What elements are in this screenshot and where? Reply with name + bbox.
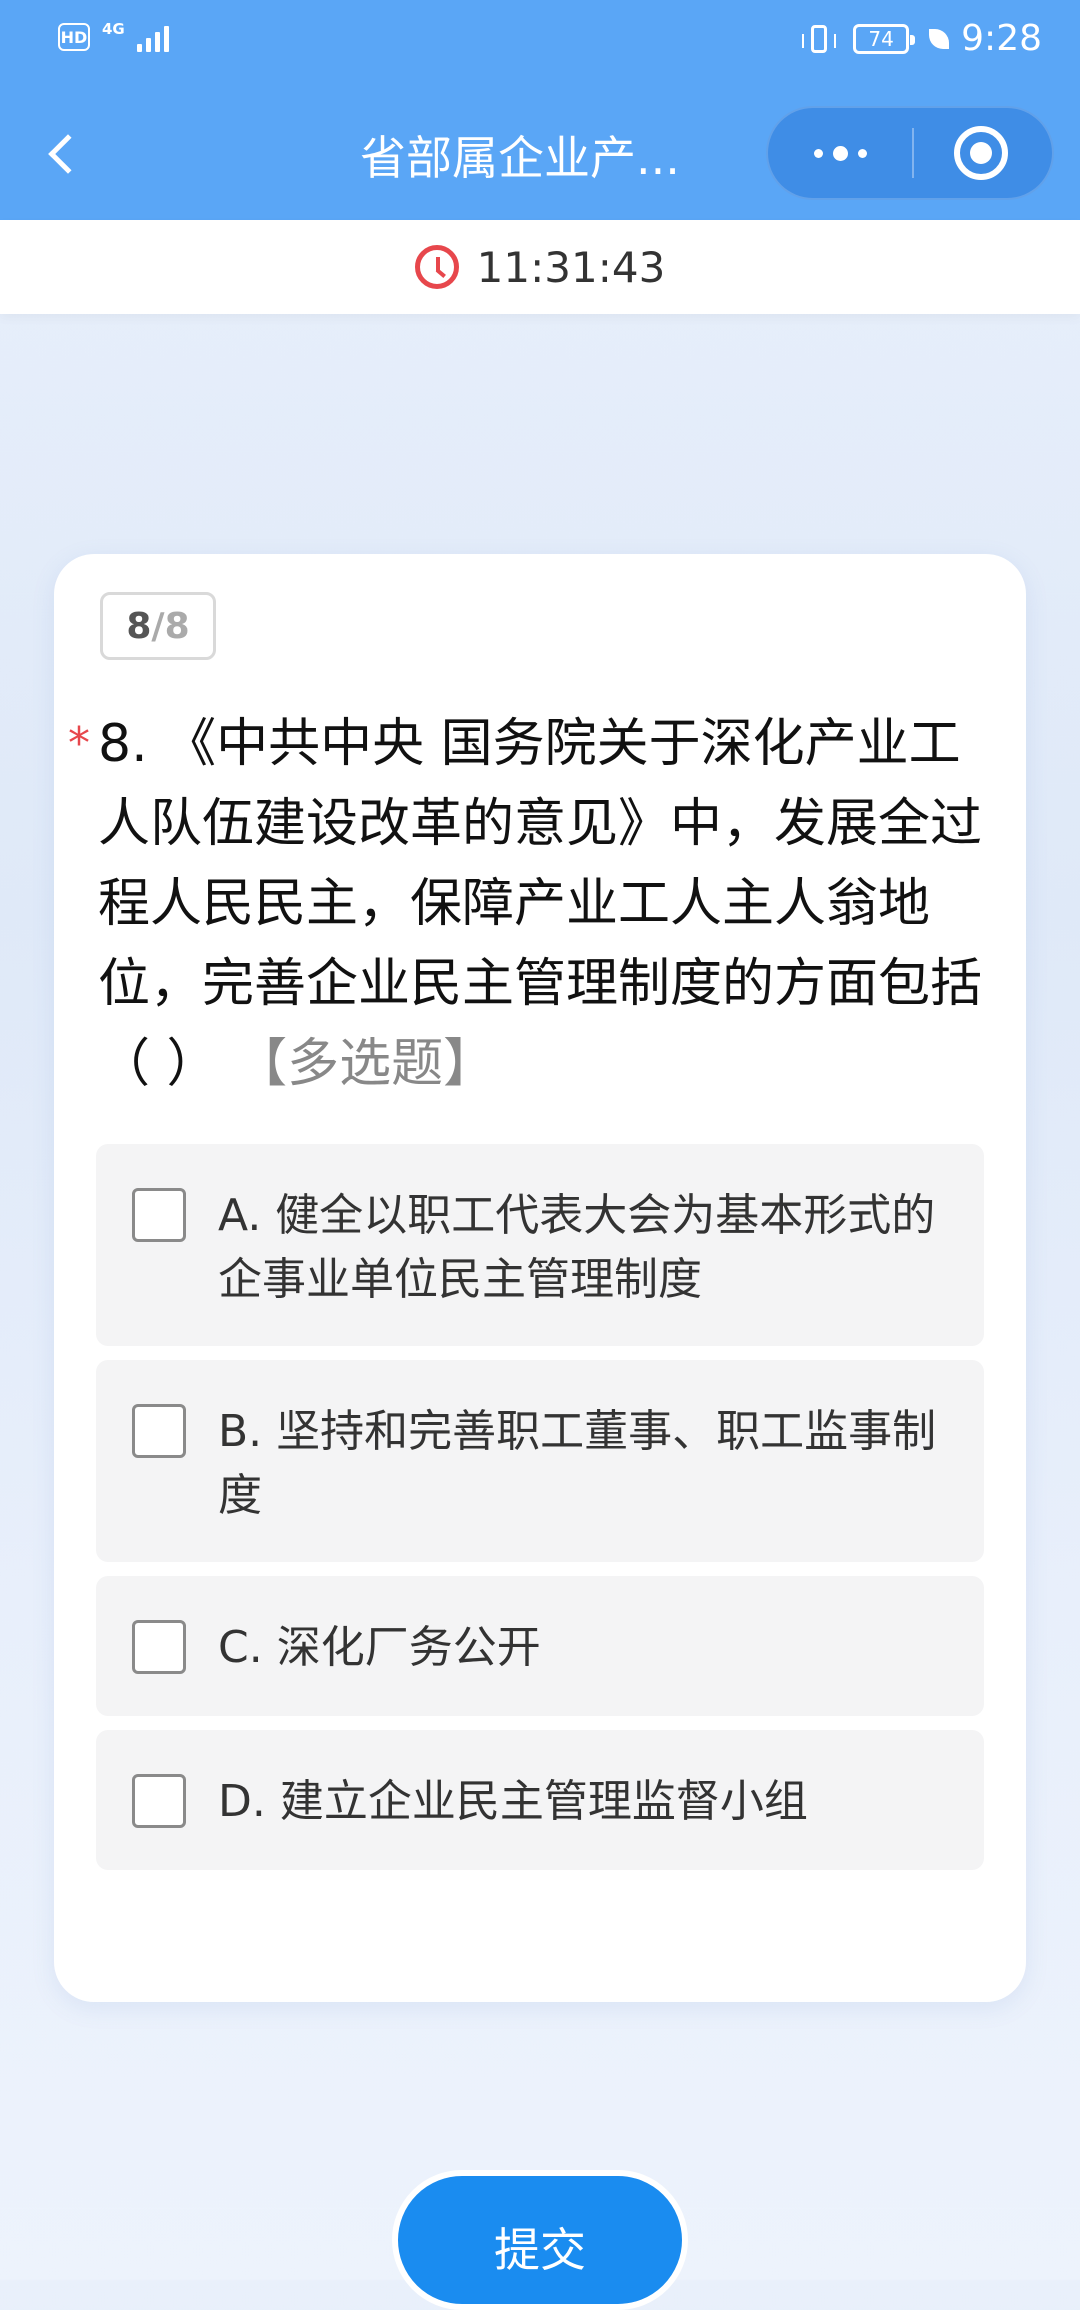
- progress-badge: 8/8: [100, 592, 216, 660]
- question-type-label: 【多选题】: [235, 1034, 496, 1094]
- navigation-bar: 省部属企业产...: [0, 92, 1080, 220]
- signal-icon: [136, 22, 169, 52]
- question-text-block: * 8. 《中共中央 国务院关于深化产业工人队伍建设改革的意见》中，发展全过程人…: [68, 704, 998, 1104]
- close-miniprogram-button[interactable]: [914, 108, 1054, 198]
- chevron-left-icon: [48, 134, 88, 174]
- more-dot-icon: [857, 148, 867, 158]
- back-button[interactable]: [36, 128, 92, 184]
- battery-icon: 74: [853, 23, 916, 54]
- checkbox[interactable]: [132, 1620, 186, 1674]
- option-label: B. 坚持和完善职工董事、职工监事制度: [218, 1406, 937, 1521]
- target-icon: [954, 126, 1008, 180]
- clock-icon: [414, 245, 459, 289]
- question-card: 8/8 * 8. 《中共中央 国务院关于深化产业工人队伍建设改革的意见》中，发展…: [54, 554, 1026, 2002]
- progress-total: 8: [164, 605, 190, 647]
- more-dot-icon: [832, 145, 848, 161]
- progress-current: 8: [126, 605, 152, 647]
- status-time: 9:28: [961, 18, 1042, 59]
- status-right: 74 9:28: [802, 18, 1042, 59]
- status-bar: HD 4G 74 9:28: [0, 0, 1080, 92]
- question-text: 8. 《中共中央 国务院关于深化产业工人队伍建设改革的意见》中，发展全过程人民民…: [98, 714, 983, 1094]
- checkbox[interactable]: [132, 1188, 186, 1242]
- checkbox[interactable]: [132, 1774, 186, 1828]
- option-c[interactable]: C. 深化厂务公开: [96, 1576, 984, 1716]
- option-b[interactable]: B. 坚持和完善职工董事、职工监事制度: [96, 1360, 984, 1562]
- submit-button[interactable]: 提交: [392, 2170, 688, 2310]
- option-label: A. 健全以职工代表大会为基本形式的企事业单位民主管理制度: [218, 1190, 936, 1305]
- option-d[interactable]: D. 建立企业民主管理监督小组: [96, 1730, 984, 1870]
- more-button[interactable]: [768, 108, 912, 198]
- vibrate-icon: [802, 24, 837, 53]
- status-left: HD 4G: [58, 20, 169, 52]
- network-type: 4G: [102, 20, 125, 38]
- option-a[interactable]: A. 健全以职工代表大会为基本形式的企事业单位民主管理制度: [96, 1144, 984, 1346]
- battery-level: 74: [868, 26, 894, 51]
- progress-separator: /: [151, 605, 165, 647]
- hd-badge: HD: [58, 23, 90, 51]
- more-dot-icon: [813, 148, 823, 158]
- option-label: C. 深化厂务公开: [218, 1622, 541, 1673]
- option-label: D. 建立企业民主管理监督小组: [218, 1776, 808, 1827]
- required-mark: *: [68, 718, 90, 769]
- countdown-timer: 11:31:43: [0, 220, 1080, 314]
- options-list: A. 健全以职工代表大会为基本形式的企事业单位民主管理制度 B. 坚持和完善职工…: [96, 1144, 984, 1884]
- miniprogram-capsule: [766, 106, 1054, 200]
- timer-value: 11:31:43: [476, 242, 666, 292]
- checkbox[interactable]: [132, 1404, 186, 1458]
- leaf-icon: [929, 28, 950, 49]
- page-title: 省部属企业产...: [360, 131, 680, 185]
